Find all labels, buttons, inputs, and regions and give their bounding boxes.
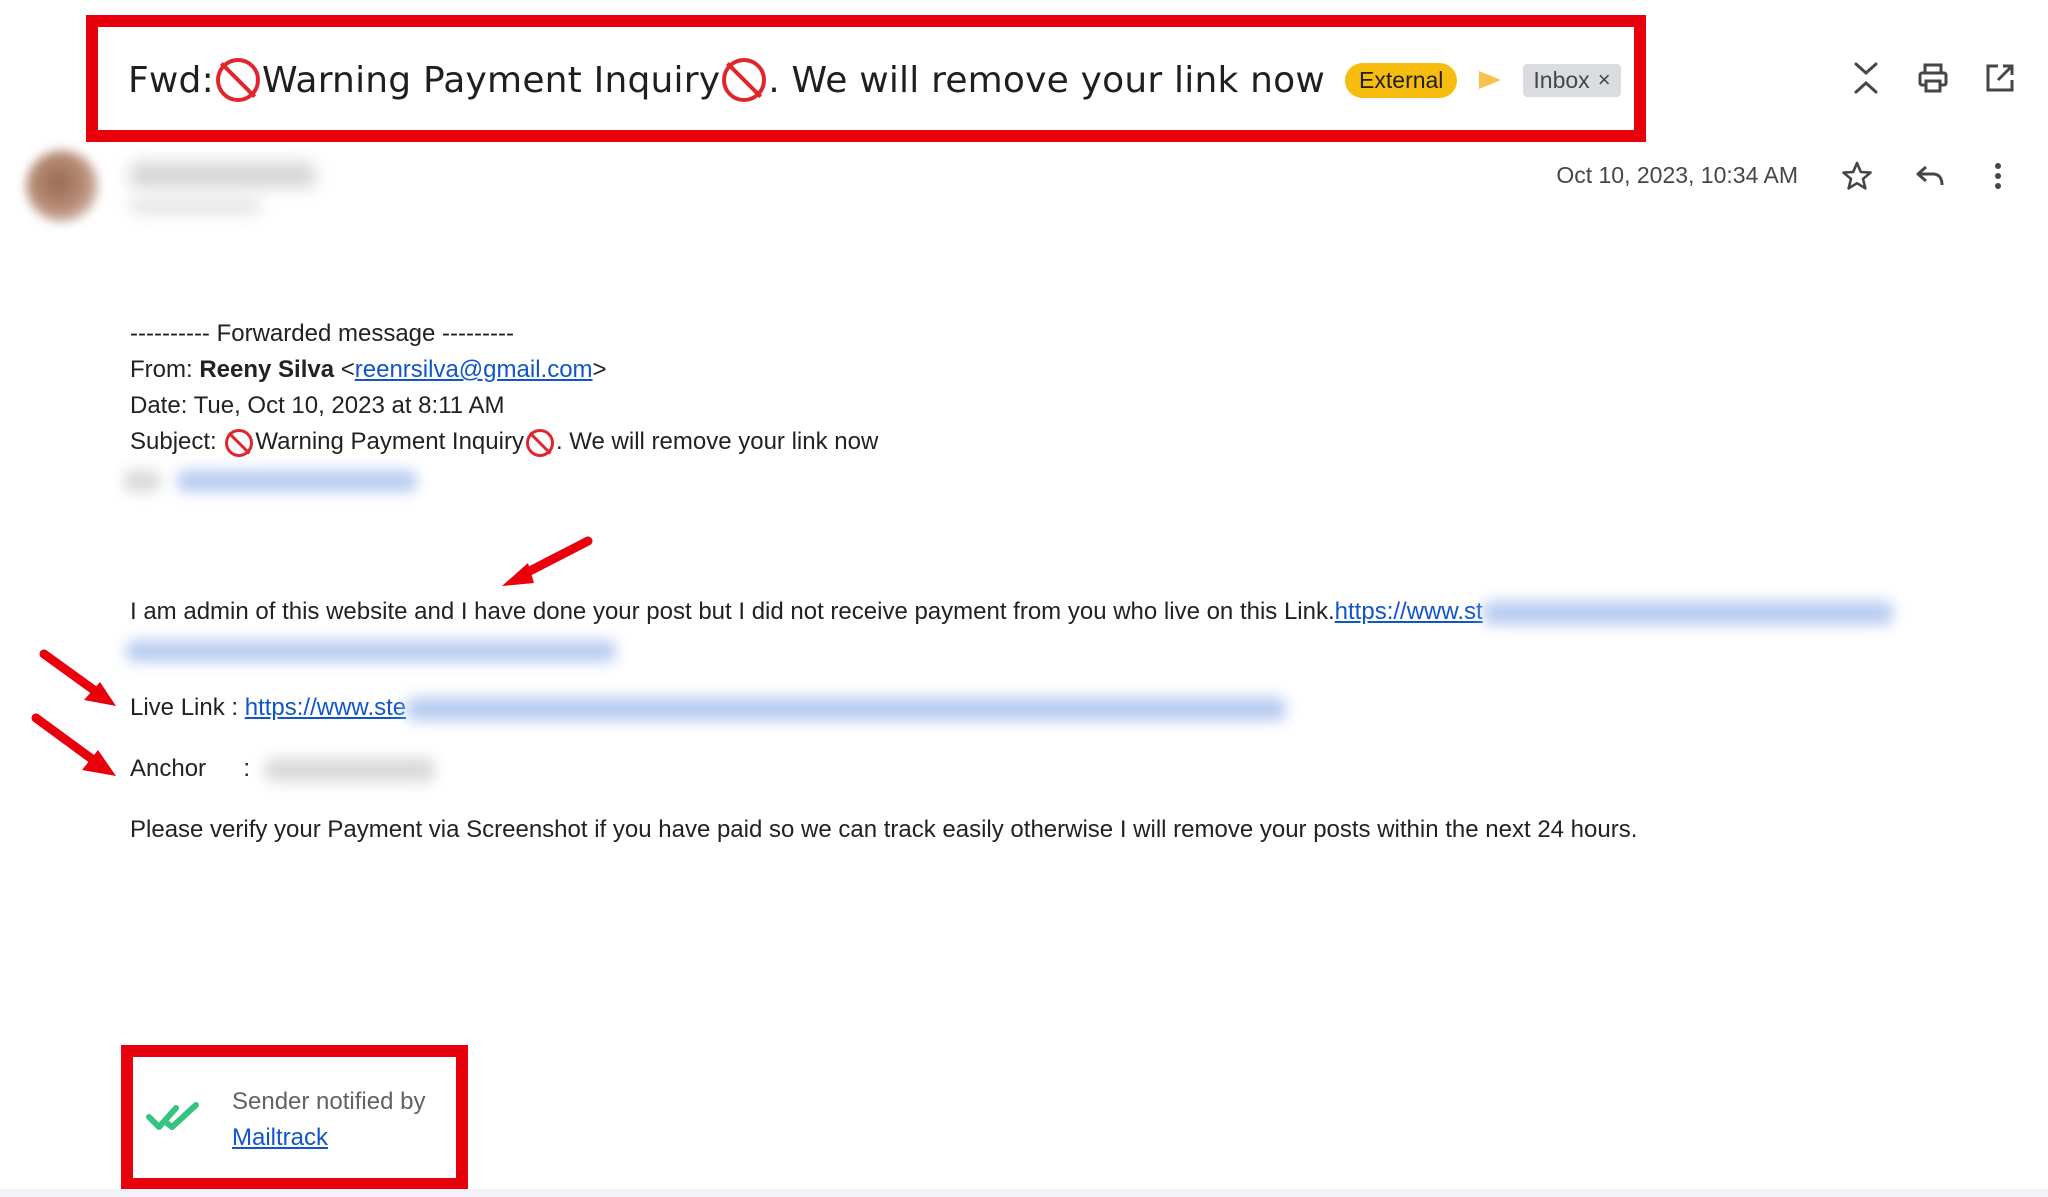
paragraph-1-text: I am admin of this website and I have do…	[130, 598, 1335, 625]
live-link-url[interactable]: https://www.ste	[245, 694, 406, 721]
importance-marker-icon[interactable]	[1479, 71, 1502, 89]
annotation-arrow	[31, 713, 116, 776]
live-link-label: Live Link :	[130, 694, 245, 721]
forwarded-subject-line: Subject: Warning Payment Inquiry . We wil…	[130, 424, 878, 460]
from-email-close: >	[592, 356, 607, 383]
email-view: Fwd: Warning Payment Inquiry . We will r…	[0, 0, 2048, 1197]
anchor-colon: :	[243, 755, 251, 782]
body-paragraph-1: I am admin of this website and I have do…	[130, 594, 1893, 630]
to-email-redacted	[176, 469, 417, 492]
forwarded-to-line-redacted	[124, 462, 417, 498]
email-date: Oct 10, 2023, 10:34 AM	[1556, 162, 1798, 188]
subject-text-part1: Warning Payment Inquiry	[261, 59, 721, 101]
remove-label-icon[interactable]: ×	[1598, 67, 1611, 93]
forwarded-date-line: Date: Tue, Oct 10, 2023 at 8:11 AM	[130, 392, 505, 419]
mailtrack-notice: Sender notified by Mailtrack	[232, 1084, 425, 1156]
to-label-redacted	[124, 469, 160, 492]
prohibited-icon	[225, 428, 254, 457]
prohibited-icon	[525, 428, 554, 457]
body-paragraph-1-continued	[126, 632, 616, 668]
post-link-redacted	[1482, 600, 1893, 625]
mailtrack-link[interactable]: Mailtrack	[232, 1120, 425, 1156]
subject-text-part2: . We will remove your link now	[768, 59, 1326, 101]
inbox-label-chip: Inbox ×	[1523, 63, 1621, 97]
forwarded-subject-part1: Warning Payment Inquiry	[255, 428, 524, 455]
inbox-label-text: Inbox	[1533, 66, 1590, 93]
prohibited-icon	[722, 58, 767, 102]
live-link-line: Live Link : https://www.ste	[130, 690, 1287, 726]
sender-name-redacted	[130, 162, 315, 188]
post-link-redacted-continued	[126, 639, 616, 662]
live-link-redacted	[406, 696, 1287, 721]
body-paragraph-2: Please verify your Payment via Screensho…	[130, 816, 1638, 843]
forwarded-from-line: From: Reeny Silva <reenrsilva@gmail.com>	[130, 352, 607, 388]
bottom-edge	[0, 1189, 2048, 1197]
sender-email-redacted	[130, 198, 260, 214]
annotation-arrow	[502, 536, 593, 586]
anchor-text-redacted	[264, 757, 435, 782]
print-icon[interactable]	[1913, 58, 1953, 98]
post-link[interactable]: https://www.st	[1335, 598, 1483, 625]
anchor-line: Anchor :	[130, 751, 435, 787]
collapse-icon[interactable]	[1846, 58, 1886, 98]
double-check-icon	[146, 1102, 199, 1130]
subject-prefix: Fwd:	[128, 59, 214, 101]
open-in-new-window-icon[interactable]	[1980, 58, 2020, 98]
from-email-link[interactable]: reenrsilva@gmail.com	[355, 356, 593, 383]
forwarded-divider: ---------- Forwarded message ---------	[130, 320, 514, 347]
star-icon[interactable]	[1837, 156, 1877, 196]
annotation-arrow	[39, 649, 116, 706]
prohibited-icon	[215, 58, 260, 102]
forwarded-subject-part2: . We will remove your link now	[555, 428, 879, 455]
from-email-open: <	[334, 356, 355, 383]
reply-icon[interactable]	[1910, 156, 1950, 196]
email-subject-header: Fwd: Warning Payment Inquiry . We will r…	[128, 52, 1621, 108]
from-label: From:	[130, 356, 200, 383]
anchor-label: Anchor	[130, 755, 207, 782]
sender-avatar[interactable]	[26, 150, 98, 222]
mailtrack-notified-text: Sender notified by	[232, 1088, 426, 1115]
subject-label: Subject:	[130, 428, 224, 455]
external-label-badge: External	[1345, 62, 1458, 98]
from-name: Reeny Silva	[199, 356, 335, 383]
more-vert-icon[interactable]	[1978, 156, 2018, 196]
